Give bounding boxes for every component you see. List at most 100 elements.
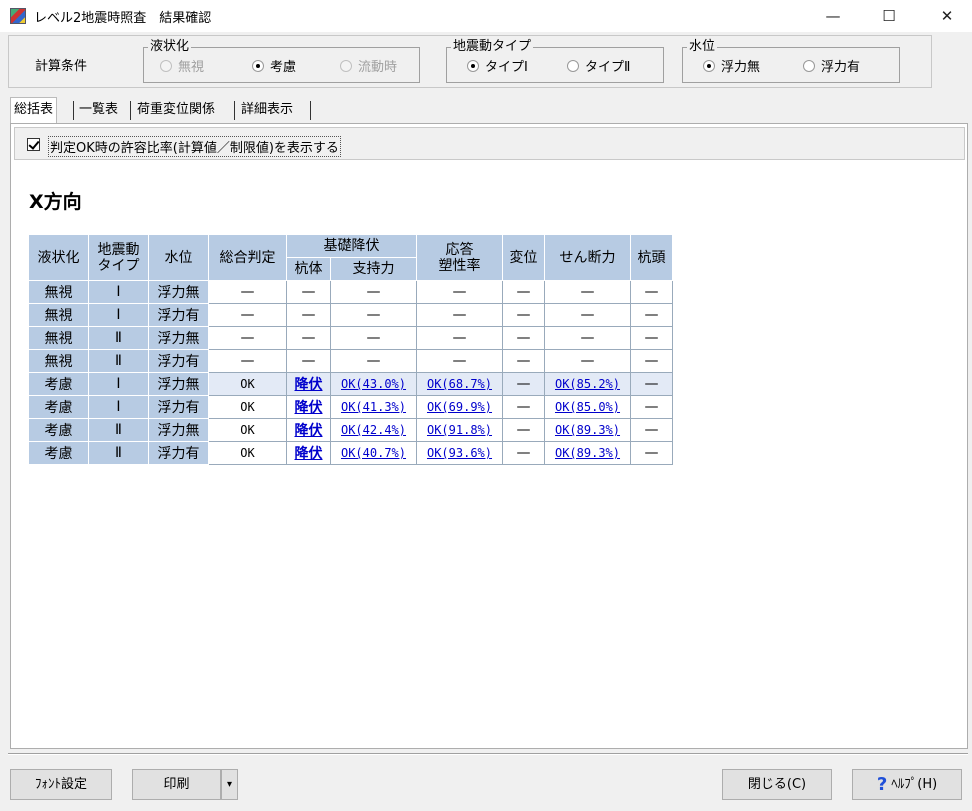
cell-shear: OK(89.3%) [544,418,631,442]
tab-separator [130,101,131,120]
radio-liquefaction-ignore[interactable]: 無視 [160,60,204,75]
cell-liquefaction: 考慮 [28,395,89,419]
tab-load-displacement[interactable]: 荷重変位関係 [134,97,218,123]
radio-water-buoyancy[interactable]: 浮力有 [803,60,860,75]
cell-pile-body: — [286,326,331,350]
maximize-button[interactable]: ☐ [866,0,912,32]
radio-liquefaction-flow[interactable]: 流動時 [340,60,397,75]
cell-bearing: — [330,349,417,373]
ductility-link[interactable]: OK(68.7%) [427,377,492,391]
pile-body-link[interactable]: 降伏 [295,400,323,416]
cell-motion-type: Ⅰ [88,303,149,327]
cell-displacement: — [502,326,545,350]
radio-motion-type-2[interactable]: タイプⅡ [567,60,630,75]
cell-liquefaction: 考慮 [28,372,89,396]
bearing-link[interactable]: OK(41.3%) [341,400,406,414]
table-row-selected[interactable]: 考慮 Ⅰ 浮力無 OK 降伏 OK(43.0%) OK(68.7%) — OK(… [28,372,673,396]
tab-list[interactable]: 一覧表 [76,97,121,123]
tab-summary[interactable]: 総括表 [10,97,58,123]
liquefaction-group: 液状化 無視 考慮 流動時 [143,39,420,83]
cell-ductility: OK(69.9%) [416,395,503,419]
header-pile-body: 杭体 [286,257,331,281]
cell-water: 浮力有 [148,441,209,465]
radio-water-no-buoyancy[interactable]: 浮力無 [703,60,760,75]
bearing-link[interactable]: OK(42.4%) [341,423,406,437]
cell-overall: OK [208,372,287,396]
cell-ductility: OK(93.6%) [416,441,503,465]
help-button[interactable]: ? ﾍﾙﾌﾟ(H) [852,769,962,800]
pile-body-link[interactable]: 降伏 [295,423,323,439]
shear-link[interactable]: OK(85.2%) [555,377,620,391]
radio-motion-type-1[interactable]: タイプⅠ [467,60,528,75]
cell-pile-body: — [286,303,331,327]
print-button[interactable]: 印刷 [132,769,221,800]
tab-separator [234,101,235,120]
close-window-button[interactable]: ✕ [924,0,970,32]
cell-water: 浮力無 [148,280,209,304]
chevron-down-icon: ▾ [226,779,233,790]
cell-shear: OK(85.2%) [544,372,631,396]
radio-circle-icon [340,60,352,72]
bearing-link[interactable]: OK(40.7%) [341,446,406,460]
cell-pile-body: 降伏 [286,395,331,419]
cell-pile-body: 降伏 [286,372,331,396]
pile-body-link[interactable]: 降伏 [295,446,323,462]
ductility-link[interactable]: OK(93.6%) [427,446,492,460]
cell-water: 浮力無 [148,418,209,442]
cell-ductility: — [416,303,503,327]
font-settings-button[interactable]: ﾌｫﾝﾄ設定 [10,769,112,800]
cell-pile-body: — [286,280,331,304]
cell-shear: OK(89.3%) [544,441,631,465]
table-row: 考慮 Ⅰ 浮力有 OK 降伏 OK(41.3%) OK(69.9%) — OK(… [28,395,673,419]
header-water-level: 水位 [148,234,209,281]
shear-link[interactable]: OK(89.3%) [555,423,620,437]
print-dropdown-button[interactable]: ▾ [221,769,238,800]
liquefaction-group-title: 液状化 [148,39,192,54]
cell-ductility: OK(91.8%) [416,418,503,442]
close-button[interactable]: 閉じる(C) [722,769,832,800]
cell-water: 浮力無 [148,326,209,350]
title-bar: レベル2地震時照査 結果確認 — ☐ ✕ [0,0,972,32]
shear-link[interactable]: OK(85.0%) [555,400,620,414]
table-row: 無視 Ⅱ 浮力有 — — — — — — — [28,349,673,373]
show-ratio-checkbox[interactable] [27,138,40,151]
cell-bearing: OK(41.3%) [330,395,417,419]
radio-circle-icon [703,60,715,72]
cell-motion-type: Ⅰ [88,280,149,304]
cell-displacement: — [502,418,545,442]
cell-pile-head: — [630,372,673,396]
cell-bearing: OK(43.0%) [330,372,417,396]
cell-ductility: OK(68.7%) [416,372,503,396]
window-title: レベル2地震時照査 結果確認 [34,11,212,26]
ductility-link[interactable]: OK(69.9%) [427,400,492,414]
cell-displacement: — [502,395,545,419]
table-row: 考慮 Ⅱ 浮力無 OK 降伏 OK(42.4%) OK(91.8%) — OK(… [28,418,673,442]
show-ratio-label[interactable]: 判定OK時の許容比率(計算値／制限値)を表示する [48,136,341,157]
header-ductility: 応答 塑性率 [416,234,503,281]
bottom-separator [8,753,968,755]
cell-bearing: OK(40.7%) [330,441,417,465]
tab-separator [73,101,74,120]
cell-water: 浮力有 [148,303,209,327]
cell-pile-head: — [630,349,673,373]
radio-liquefaction-consider[interactable]: 考慮 [252,60,296,75]
motion-type-group: 地震動タイプ タイプⅠ タイプⅡ [446,39,664,83]
cell-motion-type: Ⅱ [88,441,149,465]
cell-motion-type: Ⅱ [88,349,149,373]
shear-link[interactable]: OK(89.3%) [555,446,620,460]
help-icon: ? [876,774,888,795]
water-level-group: 水位 浮力無 浮力有 [682,39,900,83]
cell-displacement: — [502,441,545,465]
ductility-link[interactable]: OK(91.8%) [427,423,492,437]
calc-conditions-panel: 計算条件 液状化 無視 考慮 流動時 地震動タイプ タイプⅠ タイプⅡ 水位 浮… [8,35,932,88]
tab-details[interactable]: 詳細表示 [238,97,296,123]
cell-ductility: — [416,326,503,350]
cell-overall: OK [208,418,287,442]
help-button-label: ﾍﾙﾌﾟ(H) [891,777,938,792]
cell-water: 浮力無 [148,372,209,396]
header-liquefaction: 液状化 [28,234,89,281]
radio-circle-icon [252,60,264,72]
pile-body-link[interactable]: 降伏 [295,377,323,393]
minimize-button[interactable]: — [810,0,856,32]
bearing-link[interactable]: OK(43.0%) [341,377,406,391]
